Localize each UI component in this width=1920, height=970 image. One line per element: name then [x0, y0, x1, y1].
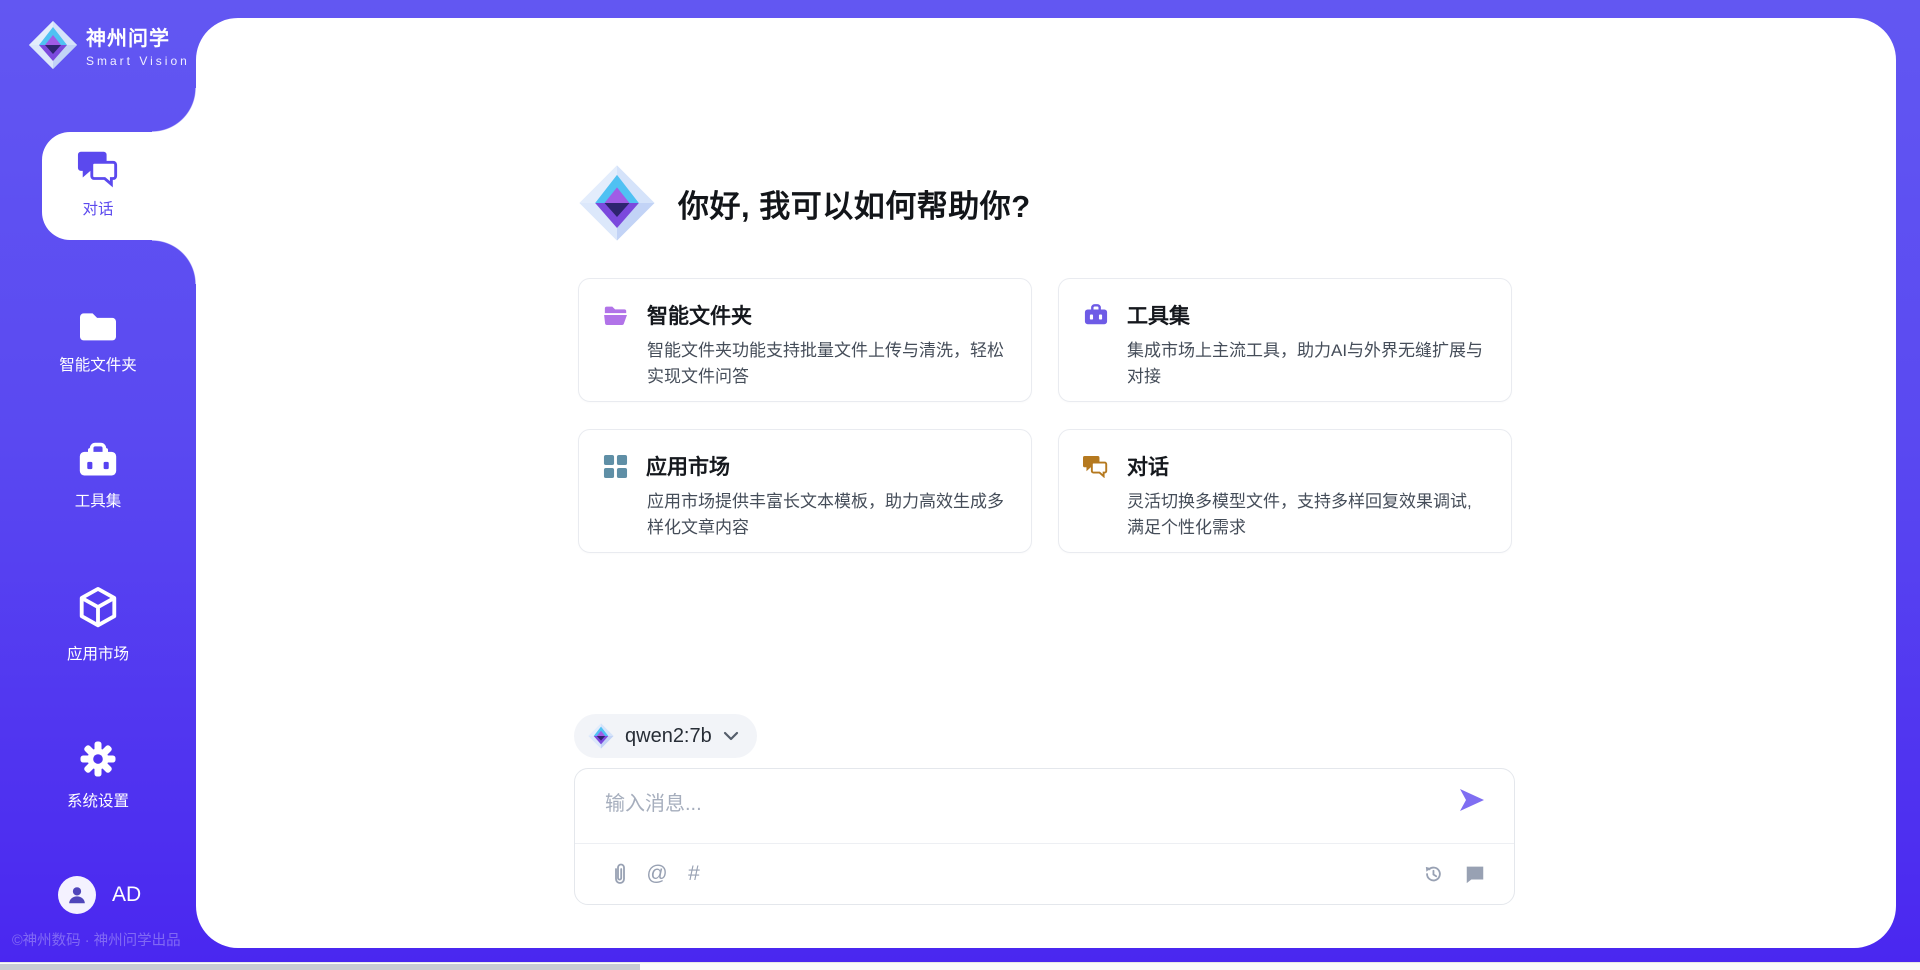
brand-logo-block: 神州问学 Smart Vision	[28, 20, 190, 70]
card-title: 对话	[1127, 451, 1169, 481]
chat-bubble-icon	[1464, 863, 1486, 885]
model-diamond-icon	[588, 723, 614, 749]
attach-file-button[interactable]	[605, 861, 635, 887]
card-app-market[interactable]: 应用市场 应用市场提供丰富长文本模板，助力高效生成多样化文章内容	[578, 429, 1032, 553]
sidebar-item-settings[interactable]: 系统设置	[0, 738, 196, 811]
card-description: 应用市场提供丰富长文本模板，助力高效生成多样化文章内容	[647, 489, 1007, 541]
cube-icon	[75, 585, 121, 633]
card-description: 智能文件夹功能支持批量文件上传与清洗，轻松实现文件问答	[647, 338, 1007, 390]
brand-name: 神州问学	[86, 22, 190, 51]
sidebar-item-app-market[interactable]: 应用市场	[0, 585, 196, 664]
mention-button[interactable]: @	[642, 861, 672, 887]
sidebar-item-label: 工具集	[75, 489, 122, 511]
sidebar-item-label: 应用市场	[67, 642, 129, 664]
sidebar-item-label: 智能文件夹	[59, 353, 137, 375]
card-smart-folder[interactable]: 智能文件夹 智能文件夹功能支持批量文件上传与清洗，轻松实现文件问答	[578, 278, 1032, 402]
sidebar-item-toolset[interactable]: 工具集	[0, 440, 196, 511]
chat-icon	[1083, 454, 1109, 478]
brand-subtitle: Smart Vision	[86, 54, 190, 68]
greeting-diamond-icon	[578, 164, 656, 242]
history-button[interactable]	[1418, 861, 1448, 887]
person-icon	[66, 884, 88, 906]
chevron-down-icon	[723, 731, 739, 741]
message-composer: @ #	[574, 768, 1515, 905]
card-title: 智能文件夹	[647, 300, 752, 330]
card-description: 集成市场上主流工具，助力AI与外界无缝扩展与对接	[1127, 338, 1487, 390]
folder-open-icon	[603, 303, 629, 327]
brand-diamond-icon	[28, 20, 78, 70]
greeting-title: 你好, 我可以如何帮助你?	[678, 181, 1031, 226]
sidebar-item-smart-folder[interactable]: 智能文件夹	[0, 308, 196, 375]
user-account[interactable]: AD	[58, 876, 141, 914]
avatar	[58, 876, 96, 914]
message-input[interactable]	[605, 787, 1445, 839]
sidebar-item-label: 系统设置	[67, 789, 129, 811]
toolbox-icon	[76, 440, 120, 480]
greeting-block: 你好, 我可以如何帮助你?	[578, 164, 1031, 242]
card-title: 应用市场	[646, 451, 730, 481]
grid-icon	[603, 454, 628, 479]
chat-icon	[77, 148, 119, 188]
folder-icon	[76, 308, 120, 344]
model-selector[interactable]: qwen2:7b	[574, 714, 757, 758]
tab-fillet-top	[152, 88, 196, 132]
copyright-text: ©神州数码 · 神州问学出品	[12, 929, 181, 950]
paperclip-icon	[612, 863, 628, 885]
scrollbar-thumb[interactable]	[0, 964, 640, 970]
model-name: qwen2:7b	[625, 725, 712, 748]
sidebar-item-label: 对话	[82, 197, 113, 219]
sidebar-item-chat[interactable]: 对话	[0, 148, 196, 219]
card-description: 灵活切换多模型文件，支持多样回复效果调试, 满足个性化需求	[1127, 489, 1487, 541]
app-window: 神州问学 Smart Vision 对话 智能文件夹 工具集	[0, 0, 1920, 970]
user-initials: AD	[112, 883, 141, 907]
topic-button[interactable]: #	[679, 861, 709, 887]
clock-history-icon	[1422, 863, 1444, 885]
card-chat[interactable]: 对话 灵活切换多模型文件，支持多样回复效果调试, 满足个性化需求	[1058, 429, 1512, 553]
send-button[interactable]	[1458, 787, 1488, 817]
card-toolset[interactable]: 工具集 集成市场上主流工具，助力AI与外界无缝扩展与对接	[1058, 278, 1512, 402]
card-title: 工具集	[1127, 300, 1190, 330]
gear-icon	[77, 738, 119, 780]
horizontal-scrollbar[interactable]	[0, 962, 1920, 970]
toolbox-icon	[1083, 303, 1109, 327]
tab-fillet-bottom	[152, 240, 196, 284]
new-chat-button[interactable]	[1460, 861, 1490, 887]
send-icon	[1458, 787, 1486, 813]
composer-toolbar: @ #	[575, 844, 1514, 904]
